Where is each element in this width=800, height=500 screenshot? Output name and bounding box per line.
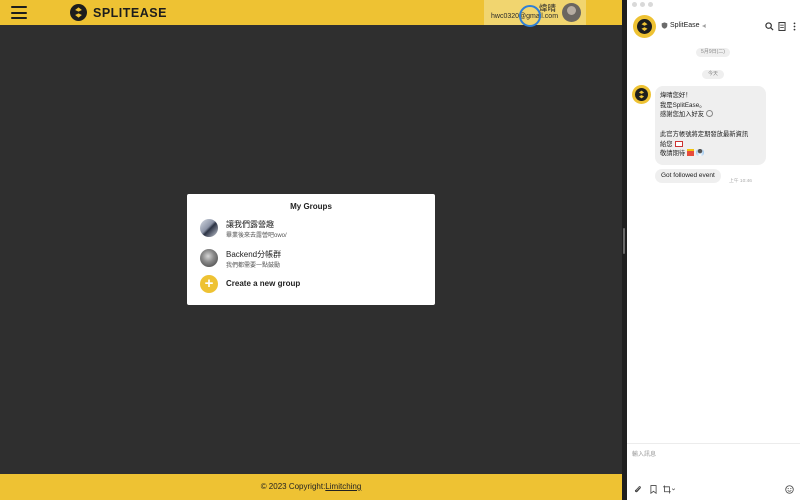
top-navbar: SPLITEASE 煒晴 hwc0320@gmail.com	[0, 0, 622, 27]
welcome-message-bubble: 煒晴您好！ 我是SplitEase。 感謝您加入好友 此官方帳號將定期發放最新資…	[655, 86, 766, 165]
create-group-button[interactable]: + Create a new group	[200, 275, 340, 293]
group-item[interactable]: 讓我們露營趣 畢業後來去露營吧owo/	[200, 218, 425, 239]
message-line: 我是SplitEase。	[660, 101, 706, 109]
envelope-emoji-icon	[674, 140, 683, 147]
message-input[interactable]	[632, 449, 792, 461]
shield-icon	[661, 22, 668, 29]
window-minimize-dot[interactable]	[640, 2, 645, 7]
bot-avatar[interactable]	[632, 85, 651, 104]
groups-title: My Groups	[290, 202, 332, 211]
group-name: 讓我們露營趣	[226, 220, 274, 229]
group-avatar	[200, 249, 218, 267]
splitease-logo-icon	[637, 19, 652, 34]
window-zoom-dot[interactable]	[648, 2, 653, 7]
message-line: 敬請期待	[660, 150, 686, 158]
message-line: 煒晴您好！	[660, 92, 692, 99]
window-controls	[632, 2, 653, 8]
splitease-logo-icon	[635, 88, 648, 101]
search-icon[interactable]	[764, 21, 774, 31]
copyright-text: © 2023 Copyright:	[260, 482, 326, 491]
chat-title: SplitEase	[661, 22, 708, 29]
event-message-bubble: Got followed event	[655, 169, 721, 183]
message-line: 感謝您加入好友	[660, 111, 705, 119]
message-line: 此官方帳號將定期發放最新資訊	[660, 130, 749, 138]
group-description: 畢業後來去露營吧owo/	[226, 233, 287, 239]
chat-title-text: SplitEase	[670, 22, 700, 29]
group-description: 我們都需要一點鼓勵	[226, 263, 281, 269]
resize-handle[interactable]	[623, 228, 625, 254]
window-close-dot[interactable]	[632, 2, 637, 7]
copyright-link[interactable]: Limitching	[325, 482, 361, 491]
today-separator: 今天	[702, 70, 724, 79]
chat-input-area	[627, 443, 800, 500]
cursor-highlight	[519, 5, 541, 27]
create-group-label: Create a new group	[226, 279, 301, 288]
speaker-icon	[702, 23, 706, 28]
plus-icon: +	[200, 275, 218, 293]
moon-emoji-icon	[705, 110, 713, 118]
chat-header: SplitEase	[627, 12, 800, 42]
fairy-emoji-icon	[696, 149, 705, 157]
footer: © 2023 Copyright:Limitching	[0, 474, 622, 500]
user-avatar[interactable]	[562, 3, 581, 22]
gift-emoji-icon	[687, 149, 695, 157]
chat-avatar[interactable]	[633, 15, 656, 38]
splitease-app: SPLITEASE 煒晴 hwc0320@gmail.com My Groups…	[0, 0, 622, 500]
group-name: Backend分帳群	[226, 250, 282, 259]
crop-icon[interactable]	[662, 484, 676, 494]
bookmark-icon[interactable]	[648, 484, 658, 494]
group-item[interactable]: Backend分帳群 我們都需要一點鼓勵	[200, 248, 425, 269]
notes-icon[interactable]	[777, 21, 787, 31]
my-groups-card: My Groups 讓我們露營趣 畢業後來去露營吧owo/ Backend分帳群…	[187, 194, 435, 305]
hamburger-icon[interactable]	[11, 6, 27, 19]
emoji-icon[interactable]	[784, 484, 794, 494]
splitease-logo-icon	[70, 4, 87, 21]
message-line: 給您	[660, 140, 673, 148]
more-icon[interactable]	[789, 21, 799, 31]
group-avatar	[200, 219, 218, 237]
brand-name: SPLITEASE	[93, 5, 167, 20]
brand[interactable]: SPLITEASE	[70, 4, 167, 21]
chat-panel: SplitEase 5月9日(二) 今天 煒晴您好！ 我是SplitEase。 …	[627, 0, 800, 500]
message-timestamp: 上午 10:46	[729, 179, 752, 184]
date-separator: 5月9日(二)	[696, 48, 730, 57]
paperclip-icon[interactable]	[633, 484, 643, 494]
